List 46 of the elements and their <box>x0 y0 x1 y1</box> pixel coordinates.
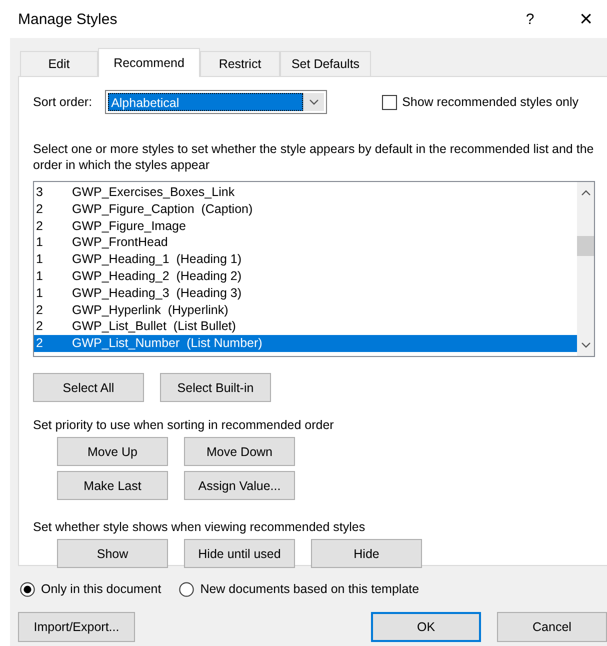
scrollbar[interactable] <box>577 182 594 356</box>
dialog-button[interactable]: Import/Export... <box>18 612 135 642</box>
dialog-button[interactable]: Select Built-in <box>160 373 271 402</box>
style-row[interactable]: 2 GWP_Hyperlink (Hyperlink) <box>34 302 577 318</box>
checkbox-label: Show recommended styles only <box>402 95 579 109</box>
visibility-label: Set whether style shows when viewing recommended styles <box>33 520 366 534</box>
dialog-button[interactable]: Hide <box>311 539 422 568</box>
dialog-button[interactable]: Show <box>57 539 168 568</box>
dialog-button[interactable]: Make Last <box>57 471 168 500</box>
dialog-button[interactable]: OK <box>371 612 481 642</box>
style-row[interactable]: 3 GWP_Exercises_Boxes_Link <box>34 184 577 201</box>
sort-order-label: Sort order: <box>33 95 92 109</box>
style-row[interactable]: 1 GWP_Heading_2 (Heading 2) <box>34 268 577 285</box>
dialog-button[interactable]: Select All <box>33 373 144 402</box>
tab[interactable]: Restrict <box>200 51 280 76</box>
style-row[interactable]: 2 GWP_List_Bullet (List Bullet) <box>34 318 577 336</box>
chevron-down-icon <box>580 342 590 348</box>
dialog-button[interactable]: Move Down <box>184 437 295 466</box>
chevron-down-icon <box>309 99 320 105</box>
chevron-up-icon <box>580 190 590 196</box>
window-title: Manage Styles <box>18 10 118 28</box>
instructions-text: Select one or more styles to set whether the style appears by default in the recommended list and the order in which the styles appear <box>33 141 595 173</box>
dialog-button[interactable]: Assign Value... <box>184 471 295 500</box>
checkbox[interactable] <box>382 94 398 110</box>
dialog-button[interactable]: Hide until used <box>184 539 295 568</box>
style-row[interactable]: 2 GWP_List_Number (List Number) <box>34 335 577 352</box>
radio-label: New documents based on this template <box>200 582 420 596</box>
style-row[interactable]: 1 GWP_Heading_1 (Heading 1) <box>34 251 577 268</box>
radio-button[interactable] <box>20 582 35 596</box>
style-row[interactable]: 2 GWP_Figure_Caption (Caption) <box>34 200 577 218</box>
dialog-button[interactable]: Move Up <box>57 437 168 466</box>
sort-order-dropdown[interactable]: Alphabetical <box>105 90 328 114</box>
styles-list[interactable] <box>33 181 595 357</box>
tab[interactable]: Set Defaults <box>280 51 371 76</box>
scrollbar-thumb[interactable] <box>577 236 594 256</box>
priority-label: Set priority to use when sorting in recommended order <box>33 418 335 432</box>
tab[interactable]: Edit <box>20 51 98 76</box>
tab[interactable]: Recommend <box>98 48 200 77</box>
style-row[interactable]: 1 GWP_Heading_3 (Heading 3) <box>34 284 577 302</box>
dialog-button[interactable]: Cancel <box>497 612 607 642</box>
help-button[interactable]: ? <box>520 10 540 28</box>
style-row[interactable]: 2 GWP_Figure_Image <box>34 218 577 234</box>
close-button[interactable]: × <box>575 6 597 32</box>
style-row[interactable]: 1 GWP_FrontHead <box>34 234 577 252</box>
radio-label: Only in this document <box>41 582 162 596</box>
radio-button[interactable] <box>179 582 194 596</box>
